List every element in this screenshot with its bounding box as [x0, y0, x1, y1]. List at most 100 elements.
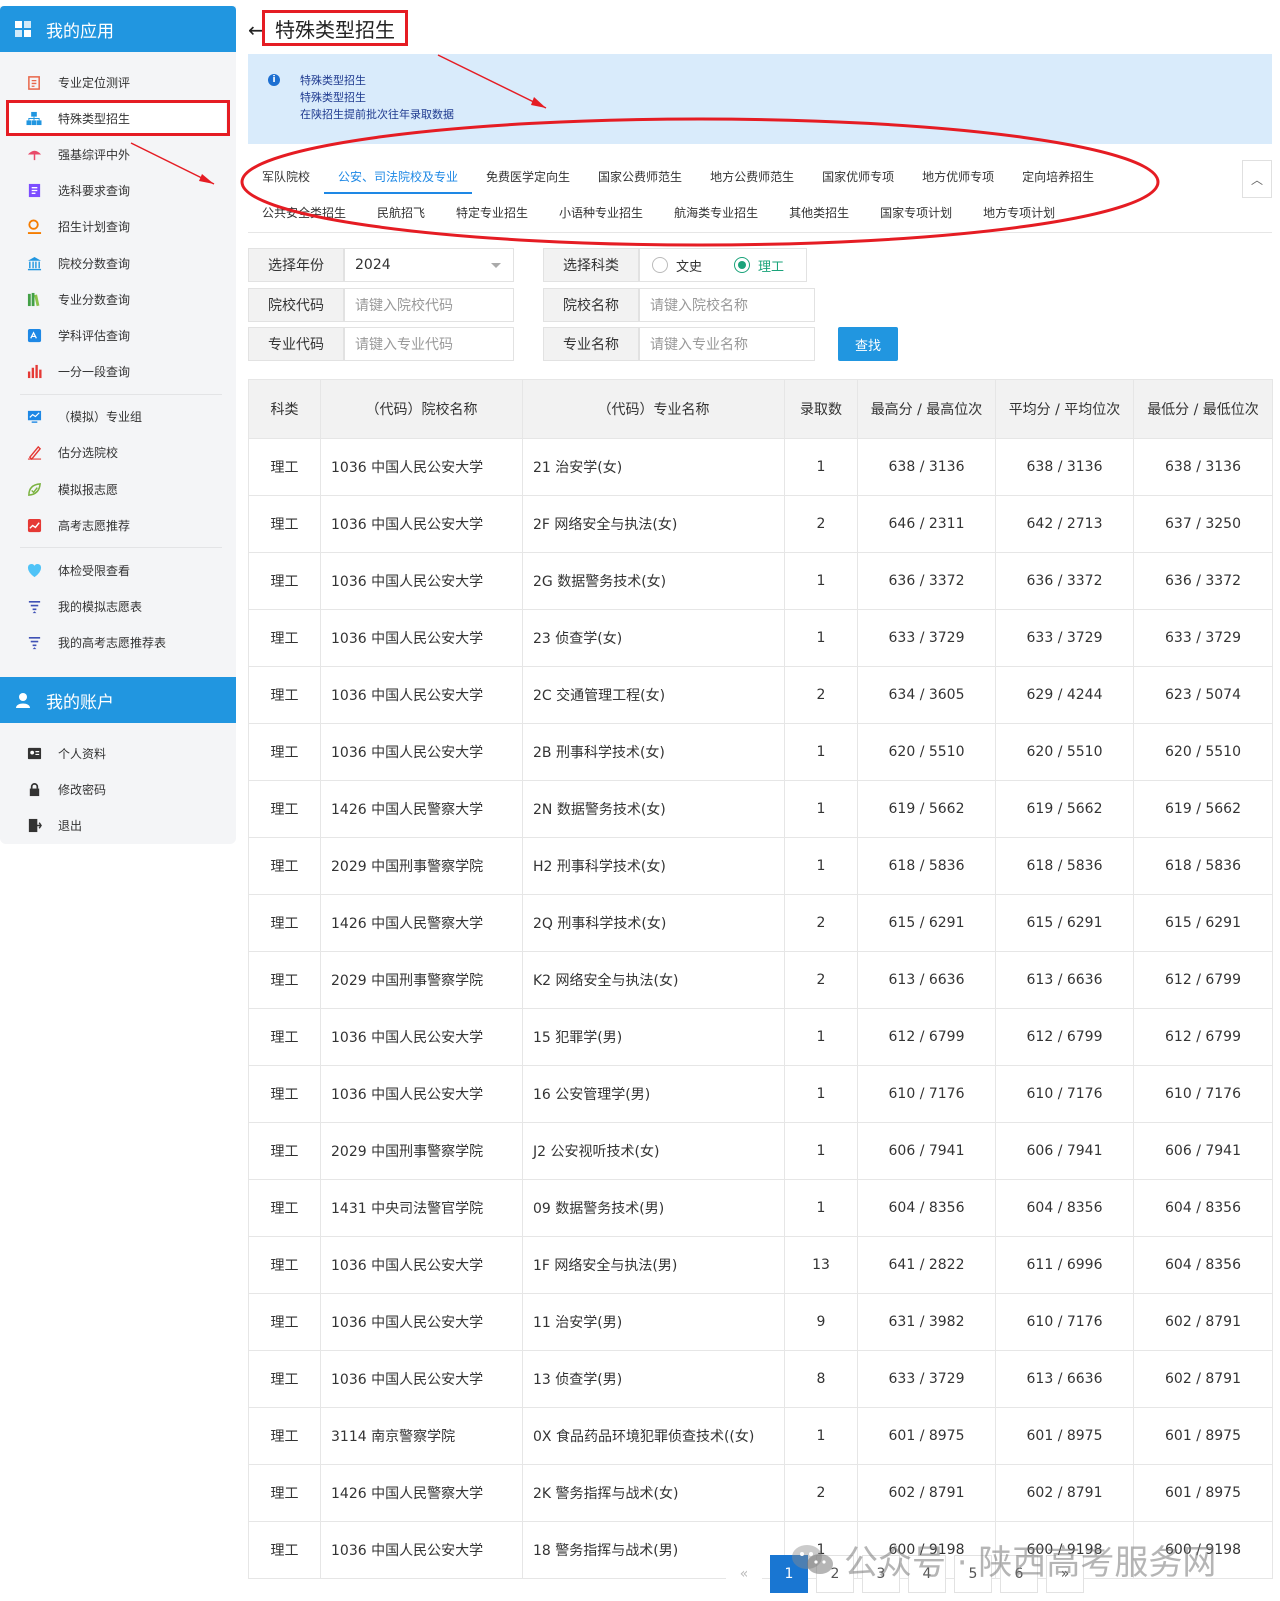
cell-school: 1036 中国人民公安大学: [320, 1521, 523, 1579]
tab-row2-5[interactable]: 其他类招生: [775, 204, 863, 221]
cell-major: 09 数据警务技术(男): [522, 1179, 785, 1237]
info-line-3: 在陕招生提前批次往年录取数据: [300, 108, 454, 121]
cell-admitted: 1: [784, 552, 858, 610]
cell-school: 1036 中国人民公安大学: [320, 1008, 523, 1066]
grid-icon: [14, 20, 32, 38]
sidebar-item-6[interactable]: 专业分数查询: [0, 281, 236, 317]
tab-row2-6[interactable]: 国家专项计划: [866, 204, 966, 221]
cell-school: 1036 中国人民公安大学: [320, 666, 523, 724]
sidebar-item-11[interactable]: 模拟报志愿: [0, 471, 236, 507]
radio-wenshi[interactable]: [652, 257, 668, 273]
sidebar-item-9[interactable]: （模拟）专业组: [0, 399, 236, 435]
cell-admitted: 1: [784, 1065, 858, 1123]
sidebar-item-label: 专业定位测评: [58, 75, 131, 90]
cell-major: 2B 刑事科学技术(女): [522, 723, 785, 781]
table-row: 理工 1036 中国人民公安大学 11 治安学(男) 9 631 / 3982 610 /…: [248, 1293, 1273, 1351]
tab-row1-2[interactable]: 免费医学定向生: [472, 168, 584, 194]
sidebar-item-label: 估分选院校: [58, 446, 119, 461]
sidebar-item-1[interactable]: 特殊类型招生: [6, 100, 230, 137]
tab-row2-4[interactable]: 航海类专业招生: [660, 204, 772, 221]
cell-admitted: 2: [784, 495, 858, 553]
sidebar-item-14[interactable]: 我的模拟志愿表: [0, 589, 236, 625]
sort-list-icon: [26, 599, 42, 615]
id-card-icon: [26, 745, 42, 761]
account-item-2[interactable]: 退出: [0, 807, 236, 843]
sidebar-item-label: 我的模拟志愿表: [58, 600, 143, 615]
account-item-1[interactable]: 修改密码: [0, 771, 236, 807]
sidebar-item-8[interactable]: 一分一段查询: [0, 354, 236, 390]
tab-row2-2[interactable]: 特定专业招生: [442, 204, 542, 221]
info-line-2: 特殊类型招生: [300, 91, 366, 104]
cell-min: 612 / 6799: [1133, 1008, 1273, 1066]
column-header-5[interactable]: 平均分 / 平均位次: [995, 379, 1134, 439]
sidebar-item-5[interactable]: 院校分数查询: [0, 245, 236, 281]
major-code-input[interactable]: 请键入专业代码: [344, 327, 514, 361]
cell-major: 0X 食品药品环境犯罪侦查技术((女): [522, 1407, 785, 1465]
results-table: 科类 （代码）院校名称 （代码）专业名称 录取数 最高分 / 最高位次 平均分 / 平均位…: [248, 379, 1273, 1579]
column-header-1[interactable]: （代码）院校名称: [320, 379, 523, 439]
cell-school: 1036 中国人民公安大学: [320, 552, 523, 610]
school-code-input[interactable]: 请键入院校代码: [344, 288, 514, 322]
collapse-tabs-button[interactable]: ︿: [1242, 160, 1272, 198]
sidebar-item-label: 一分一段查询: [58, 365, 131, 380]
tab-row2-0[interactable]: 公共安全类招生: [248, 204, 360, 221]
tab-row1-7[interactable]: 定向培养招生: [1008, 168, 1108, 194]
cell-major: J2 公安视听技术(女): [522, 1122, 785, 1180]
cell-min: 604 / 8356: [1133, 1179, 1273, 1237]
tab-row2-7[interactable]: 地方专项计划: [969, 204, 1069, 221]
sidebar-item-4[interactable]: 招生计划查询: [0, 209, 236, 245]
account-item-0[interactable]: 个人资料: [0, 735, 236, 771]
sidebar-item-3[interactable]: 选科要求查询: [0, 173, 236, 209]
cell-subject: 理工: [248, 1521, 321, 1579]
sidebar-item-10[interactable]: 估分选院校: [0, 435, 236, 471]
tab-row1-6[interactable]: 地方优师专项: [908, 168, 1008, 194]
sidebar-item-13[interactable]: 体检受限查看: [0, 552, 236, 588]
cell-min: 638 / 3136: [1133, 438, 1273, 496]
info-box: i 特殊类型招生 特殊类型招生 在陕招生提前批次往年录取数据: [248, 54, 1272, 144]
cell-avg: 601 / 8975: [995, 1407, 1134, 1465]
sidebar-item-label: 强基综评中外: [58, 147, 131, 162]
school-name-input[interactable]: 请键入院校名称: [639, 288, 815, 322]
cell-school: 3114 南京警察学院: [320, 1407, 523, 1465]
cell-avg: 611 / 6996: [995, 1236, 1134, 1294]
tab-row2-1[interactable]: 民航招飞: [363, 204, 439, 221]
cell-major: K2 网络安全与执法(女): [522, 951, 785, 1009]
cell-avg: 612 / 6799: [995, 1008, 1134, 1066]
tab-row1-1[interactable]: 公安、司法院校及专业: [324, 168, 473, 194]
table-row: 理工 1426 中国人民警察大学 2N 数据警务技术(女) 1 619 / 5662 61…: [248, 780, 1273, 838]
cell-admitted: 1: [784, 723, 858, 781]
search-button[interactable]: 查找: [838, 327, 898, 361]
cell-min: 602 / 8791: [1133, 1293, 1273, 1351]
sidebar-item-2[interactable]: 强基综评中外: [0, 136, 236, 172]
sidebar-item-0[interactable]: 专业定位测评: [0, 64, 236, 100]
sidebar-item-15[interactable]: 我的高考志愿推荐表: [0, 625, 236, 661]
chevron-down-icon: [491, 263, 501, 268]
sidebar-item-label: 专业分数查询: [58, 292, 131, 307]
cell-admitted: 1: [784, 780, 858, 838]
cell-admitted: 1: [784, 438, 858, 496]
column-header-6[interactable]: 最低分 / 最低位次: [1133, 379, 1273, 439]
tab-row1-5[interactable]: 国家优师专项: [808, 168, 908, 194]
tab-row2-3[interactable]: 小语种专业招生: [545, 204, 657, 221]
tab-row1-3[interactable]: 国家公费师范生: [584, 168, 696, 194]
column-header-0[interactable]: 科类: [248, 379, 321, 439]
cell-max: 615 / 6291: [857, 894, 996, 952]
clipboard-icon: [26, 74, 42, 90]
sidebar-item-12[interactable]: 高考志愿推荐: [0, 507, 236, 543]
subject-radio-group: 文史 理工: [639, 248, 807, 282]
column-header-2[interactable]: （代码）专业名称: [522, 379, 785, 439]
sidebar-item-label: 高考志愿推荐: [58, 518, 131, 533]
radio-ligong[interactable]: [734, 257, 751, 273]
year-select[interactable]: 2024: [344, 248, 514, 282]
sidebar-item-7[interactable]: 学科评估查询: [0, 317, 236, 353]
cell-school: 1426 中国人民警察大学: [320, 894, 523, 952]
column-header-4[interactable]: 最高分 / 最高位次: [857, 379, 996, 439]
prev-page-button[interactable]: «: [726, 1556, 762, 1592]
school-code-label: 院校代码: [248, 288, 344, 322]
tab-row1-0[interactable]: 军队院校: [248, 168, 324, 194]
cell-admitted: 9: [784, 1293, 858, 1351]
cell-admitted: 13: [784, 1236, 858, 1294]
tab-row1-4[interactable]: 地方公费师范生: [696, 168, 808, 194]
column-header-3[interactable]: 录取数: [784, 379, 858, 439]
major-name-input[interactable]: 请键入专业名称: [639, 327, 815, 361]
